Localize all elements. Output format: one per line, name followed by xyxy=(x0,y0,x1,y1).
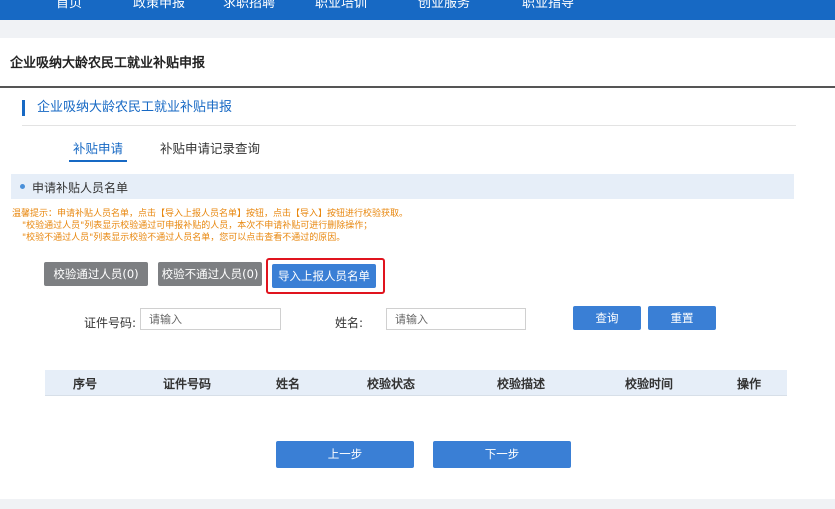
column-header-time: 校验时间 xyxy=(625,377,674,391)
id-number-input[interactable] xyxy=(140,308,281,330)
column-header-index: 序号 xyxy=(73,377,98,391)
subsection-label: 申请补贴人员名单 xyxy=(32,181,129,195)
notice-line: "校验通过人员"列表显示校验通过可申报补贴的人员，本次不申请补贴可进行删除操作； xyxy=(22,221,373,231)
notice-text: 温馨提示：申请补贴人员名单，点击【导入上报人员名单】按钮，点击【导入】按钮进行校… xyxy=(12,208,408,244)
nav-item-policy[interactable]: 政策申报 xyxy=(133,0,185,12)
next-step-button[interactable]: 下一步 xyxy=(433,441,571,468)
divider xyxy=(22,125,796,126)
failed-people-button[interactable]: 校验不通过人员(0) xyxy=(158,262,262,286)
query-button[interactable]: 查询 xyxy=(573,306,641,330)
tab-apply-records[interactable]: 补贴申请记录查询 xyxy=(160,138,260,157)
name-input[interactable] xyxy=(386,308,526,330)
column-header-id-number: 证件号码 xyxy=(163,377,212,391)
section-heading: 企业吸纳大龄农民工就业补贴申报 xyxy=(22,100,232,116)
nav-item-startup[interactable]: 创业服务 xyxy=(418,0,470,12)
notice-line: 温馨提示：申请补贴人员名单，点击【导入上报人员名单】按钮，点击【导入】按钮进行校… xyxy=(12,209,409,219)
subsection-header: 申请补贴人员名单 xyxy=(11,174,794,199)
column-header-actions: 操作 xyxy=(737,377,762,391)
footer-background xyxy=(0,499,835,509)
column-header-description: 校验描述 xyxy=(497,377,546,391)
page-title: 企业吸纳大龄农民工就业补贴申报 xyxy=(10,56,206,71)
nav-item-training[interactable]: 职业培训 xyxy=(315,0,367,12)
nav-item-home[interactable]: 首页 xyxy=(56,0,82,12)
column-header-status: 校验状态 xyxy=(367,377,416,391)
nav-item-jobs[interactable]: 求职招聘 xyxy=(223,0,275,12)
table-header: 序号 证件号码 姓名 校验状态 校验描述 校验时间 操作 xyxy=(45,370,787,395)
bullet-icon xyxy=(20,184,25,189)
reset-button[interactable]: 重置 xyxy=(648,306,716,330)
column-header-name: 姓名 xyxy=(276,377,301,391)
prev-step-button[interactable]: 上一步 xyxy=(276,441,414,468)
passed-people-button[interactable]: 校验通过人员(0) xyxy=(44,262,148,286)
name-label: 姓名: xyxy=(335,316,364,330)
main-content: 企业吸纳大龄农民工就业补贴申报 补贴申请 补贴申请记录查询 申请补贴人员名单 温… xyxy=(0,88,835,499)
nav-item-guidance[interactable]: 职业指导 xyxy=(522,0,574,12)
notice-line: "校验不通过人员"列表显示校验不通过人员名单，您可以点击查看不通过的原因。 xyxy=(22,233,346,243)
top-navigation: 首页 政策申报 求职招聘 职业培训 创业服务 职业指导 xyxy=(0,0,835,20)
page-title-bar: 企业吸纳大龄农民工就业补贴申报 xyxy=(0,38,835,88)
id-number-label: 证件号码: xyxy=(84,316,137,330)
tab-subsidy-apply[interactable]: 补贴申请 xyxy=(68,138,128,162)
table-divider xyxy=(45,395,787,396)
import-list-button[interactable]: 导入上报人员名单 xyxy=(272,264,376,288)
